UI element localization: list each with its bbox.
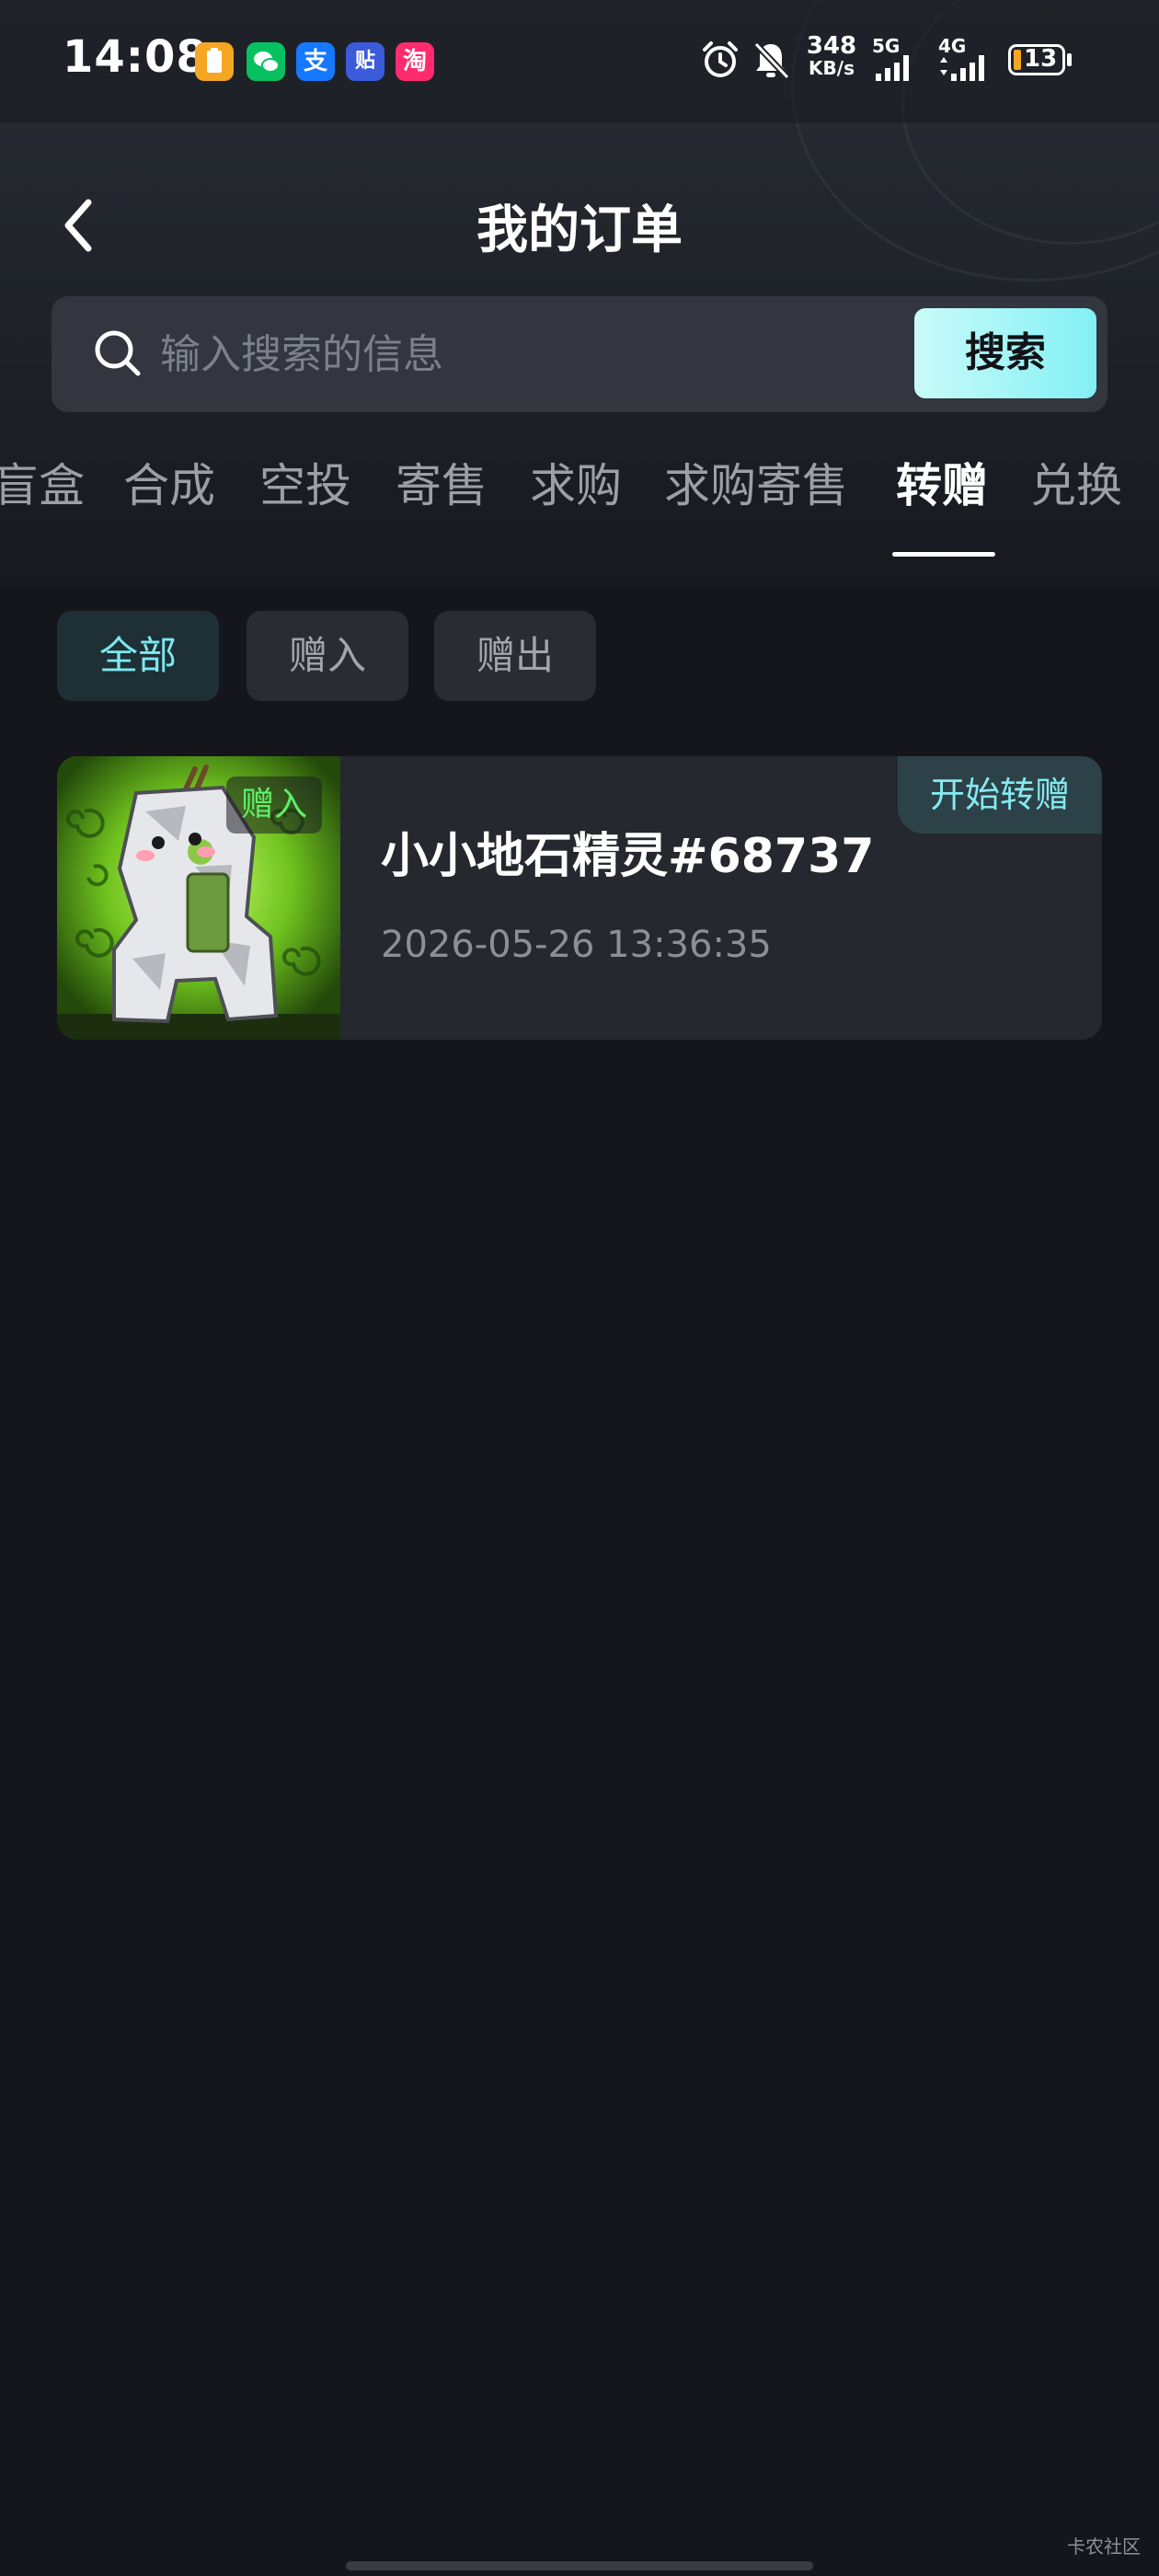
network-speed-value: 348: [806, 32, 857, 60]
battery-cap: [1067, 53, 1072, 66]
tab-transfer[interactable]: 转赠: [896, 449, 988, 515]
search-input[interactable]: [160, 322, 942, 386]
page-title: 我的订单: [476, 201, 683, 260]
alarm-icon: [703, 41, 738, 77]
network-speed-unit: KB/s: [809, 57, 855, 79]
signal-strength-icon: [940, 55, 984, 81]
search-bar: 搜索: [52, 296, 1107, 412]
search-icon: [95, 330, 141, 376]
tab-blind-box[interactable]: 盲盒: [0, 449, 85, 515]
battery-percent: 13: [1024, 45, 1058, 73]
battery-icon: 13: [1008, 44, 1065, 75]
tab-purchase-consignment[interactable]: 求购寄售: [664, 449, 848, 515]
start-transfer-button[interactable]: 开始转赠: [898, 756, 1102, 834]
status-time: 14:08: [63, 31, 208, 83]
filter-sent[interactable]: 赠出: [434, 611, 596, 701]
alipay-icon: 支: [296, 42, 335, 81]
transfer-type-badge: 赠入: [226, 776, 323, 834]
taobao-icon: 淘: [396, 42, 434, 81]
tab-synthesis[interactable]: 合成: [123, 449, 215, 515]
signal-strength-icon: [876, 55, 909, 81]
filter-all[interactable]: 全部: [57, 611, 219, 701]
tieba-icon: 贴: [346, 42, 384, 81]
wechat-icon: [247, 42, 285, 81]
network-speed: 348 KB/s: [802, 32, 861, 79]
active-tab-indicator: [892, 552, 995, 557]
battery-level: [1014, 50, 1021, 70]
order-card[interactable]: 赠入 小小地石精灵#68737 2026-05-26 13:36:35 开始转赠: [57, 756, 1102, 1040]
filter-received[interactable]: 赠入: [247, 611, 408, 701]
tab-airdrop[interactable]: 空投: [259, 449, 351, 515]
muted-bell-icon: [753, 41, 790, 80]
tab-consignment[interactable]: 寄售: [396, 449, 488, 515]
tab-exchange[interactable]: 兑换: [1030, 449, 1122, 515]
order-title: 小小地石精灵#68737: [381, 829, 875, 884]
tab-purchase-request[interactable]: 求购: [530, 449, 622, 515]
status-indicators: 348 KB/s 5G 4G 13: [699, 32, 1122, 90]
search-button[interactable]: 搜索: [914, 308, 1096, 398]
status-bar: 14:08 支 贴 淘 348 KB/s 5G 4G 13: [0, 0, 1159, 123]
watermark: 卡农社区: [1067, 2536, 1141, 2558]
home-indicator[interactable]: [346, 2561, 813, 2570]
clipboard-app-icon: [195, 42, 234, 81]
order-date: 2026-05-26 13:36:35: [381, 924, 772, 966]
